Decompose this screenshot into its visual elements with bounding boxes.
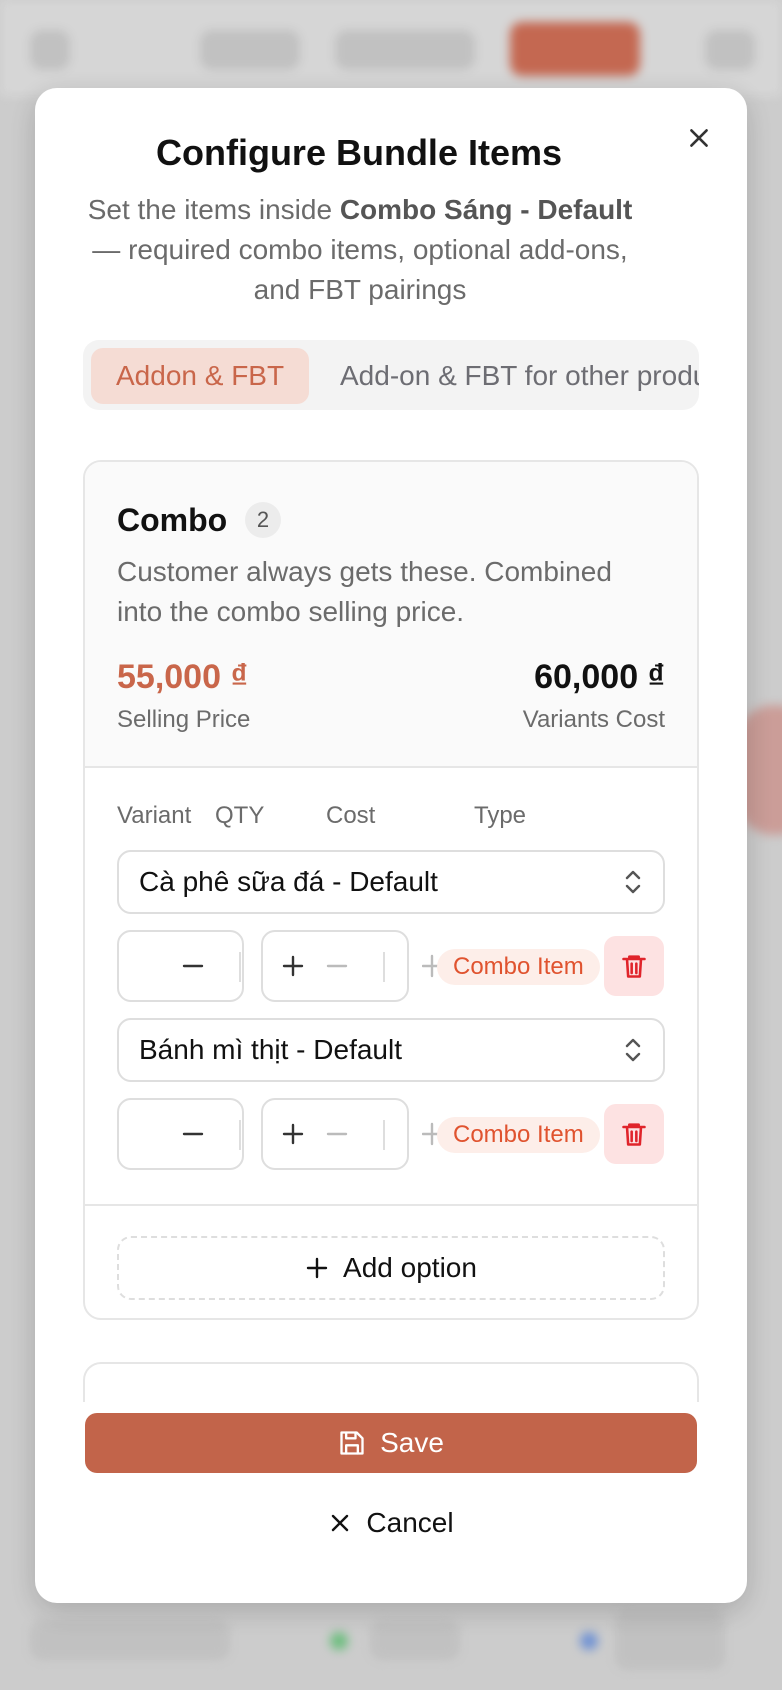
cost-decrement-button[interactable] [319, 1116, 355, 1152]
plus-icon [282, 955, 304, 977]
combo-card-header: Combo 2 Customer always gets these. Comb… [85, 462, 697, 768]
add-option-button[interactable]: Add option [117, 1236, 665, 1300]
plus-icon [282, 1123, 304, 1145]
delete-item-button[interactable] [604, 1104, 664, 1164]
card-divider [85, 1204, 697, 1206]
tab-bar: Addon & FBT Add-on & FBT for other produ… [83, 340, 699, 410]
cost-increment-button[interactable] [275, 948, 311, 984]
variant-select-value: Cà phê sữa đá - Default [139, 866, 438, 897]
close-icon [690, 129, 708, 147]
next-section-card [83, 1362, 699, 1402]
cost-stepper[interactable] [261, 1098, 409, 1170]
minus-icon [182, 964, 204, 968]
stepper-divider [383, 952, 385, 982]
selling-price-label: Selling Price [117, 706, 251, 733]
type-badge: Combo Item [437, 949, 600, 985]
combo-description: Customer always gets these. Combined int… [117, 556, 612, 627]
delete-item-button[interactable] [604, 936, 664, 996]
modal-title: Configure Bundle Items [155, 132, 563, 173]
subtitle-text: Set the items inside [87, 194, 340, 225]
qty-decrement-button[interactable] [175, 948, 211, 984]
variants-cost-label: Variants Cost [522, 706, 665, 733]
tab-addon-fbt[interactable]: Addon & FBT [91, 348, 310, 404]
stepper-divider [239, 1120, 241, 1150]
type-badge: Combo Item [437, 1117, 600, 1153]
trash-icon [622, 955, 646, 978]
column-header-cost: Cost [326, 802, 376, 829]
minus-icon [326, 1132, 348, 1136]
trash-icon [622, 1123, 646, 1146]
minus-icon [326, 964, 348, 968]
stepper-divider [383, 1120, 385, 1150]
combo-card: Combo 2 Customer always gets these. Comb… [83, 460, 699, 1320]
qty-stepper[interactable] [117, 1098, 244, 1170]
stepper-divider [239, 952, 241, 982]
variant-select-value: Bánh mì thịt - Default [139, 1034, 403, 1065]
close-icon [332, 1514, 349, 1532]
configure-bundle-modal: Configure Bundle Items Set the items ins… [35, 88, 747, 1603]
save-label: Save [380, 1427, 444, 1458]
bundle-name: Combo Sáng - Default [339, 194, 633, 225]
chevron-up-down-icon [625, 870, 641, 894]
minus-icon [182, 1132, 204, 1136]
cost-decrement-button[interactable] [319, 948, 355, 984]
cost-stepper[interactable] [261, 930, 409, 1002]
save-button[interactable]: Save [85, 1413, 697, 1473]
cancel-button[interactable]: Cancel [85, 1493, 697, 1553]
variant-select[interactable]: Bánh mì thịt - Default [117, 1018, 665, 1082]
column-header-variant: Variant [117, 802, 192, 829]
variant-select[interactable]: Cà phê sữa đá - Default [117, 850, 665, 914]
chevron-up-down-icon [625, 1038, 641, 1062]
combo-title: Combo [117, 502, 228, 538]
tab-addon-fbt-other-products[interactable]: Add-on & FBT for other products [315, 348, 699, 404]
variants-cost: 60,000 ₫ [534, 658, 665, 696]
cost-increment-button[interactable] [275, 1116, 311, 1152]
modal-subtitle: Set the items inside Combo Sáng - Defaul… [80, 190, 640, 310]
qty-decrement-button[interactable] [175, 1116, 211, 1152]
column-header-type: Type [474, 802, 527, 829]
cancel-label: Cancel [366, 1507, 454, 1538]
selling-price: 55,000 ₫ [117, 658, 248, 696]
add-option-label: Add option [343, 1252, 477, 1283]
subtitle-text: — required combo items, optional add-ons… [92, 234, 628, 305]
save-icon [340, 1431, 364, 1455]
combo-count-badge: 2 [245, 502, 281, 538]
close-button[interactable] [681, 120, 717, 156]
plus-icon [306, 1257, 328, 1279]
column-header-qty: QTY [215, 802, 265, 829]
qty-stepper[interactable] [117, 930, 244, 1002]
